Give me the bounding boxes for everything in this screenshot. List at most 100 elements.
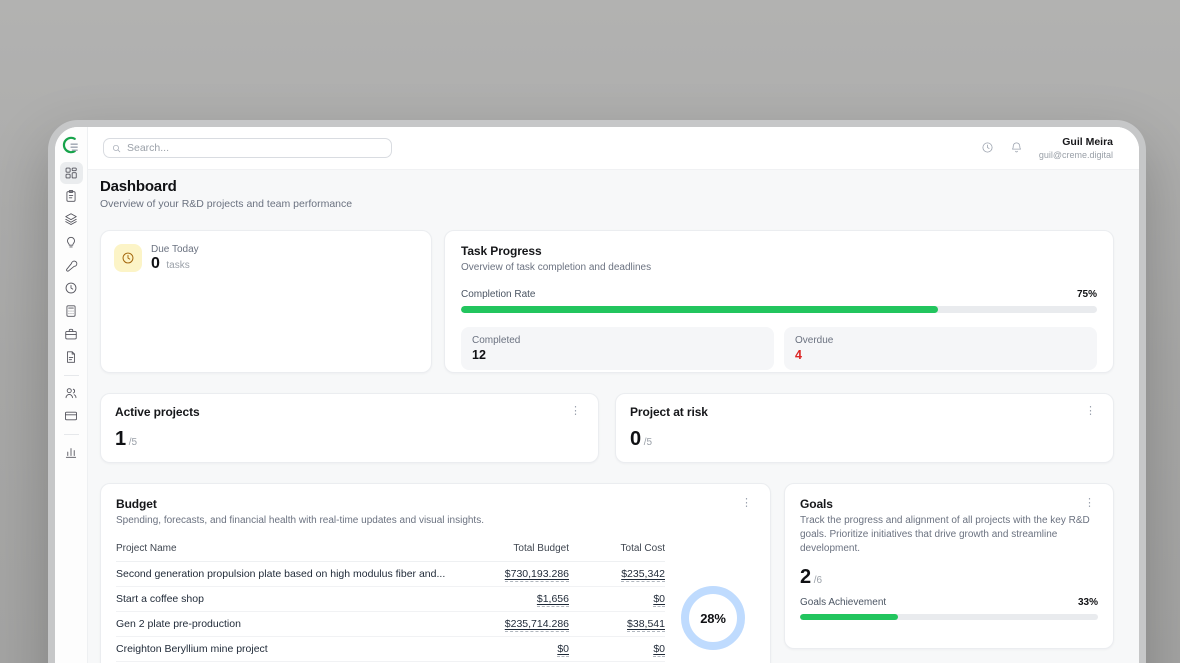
cost-value[interactable]: $235,342 (621, 568, 665, 582)
overdue-label: Overdue (795, 335, 1086, 346)
project-at-risk-card: Project at risk ⋮ 0 /5 (615, 393, 1114, 463)
completion-rate-value: 75% (1077, 289, 1097, 300)
table-row[interactable]: Gen 2 plate pre-production $235,714.286 … (116, 612, 665, 637)
goals-achievement-label: Goals Achievement (800, 597, 886, 608)
briefcase-icon (64, 327, 78, 341)
dashboard-content: Dashboard Overview of your R&D projects … (88, 170, 1139, 663)
cost-value[interactable]: $38,541 (627, 618, 665, 632)
task-progress-title: Task Progress (461, 244, 1097, 258)
page-subtitle: Overview of your R&D projects and team p… (100, 198, 1114, 210)
user-name: Guil Meira (1039, 136, 1113, 149)
completed-label: Completed (472, 335, 763, 346)
topbar-right: Guil Meira guil@creme.digital (981, 136, 1113, 159)
project-at-risk-value: 0 (630, 428, 641, 451)
goals-card: Goals ⋮ Track the progress and alignment… (784, 483, 1114, 649)
goals-achievement-bar (800, 614, 1098, 620)
completed-stat: Completed 12 (461, 327, 774, 370)
file-icon (64, 350, 78, 364)
project-at-risk-title: Project at risk (630, 405, 708, 419)
budget-table-header: Project Name Total Budget Total Cost (116, 540, 665, 562)
sidebar-item-dashboard[interactable] (60, 162, 83, 184)
budget-value[interactable]: $0 (557, 643, 569, 657)
users-icon (64, 386, 78, 400)
sidebar-item-documents[interactable] (60, 346, 83, 368)
calculator-icon (64, 304, 78, 318)
active-projects-title: Active projects (115, 405, 200, 419)
sidebar-item-analytics[interactable] (60, 441, 83, 463)
column-total-cost: Total Cost (569, 543, 665, 554)
due-today-clock-icon (114, 244, 142, 272)
budget-value[interactable]: $730,193.286 (505, 568, 569, 582)
column-project-name: Project Name (116, 543, 457, 554)
due-today-label: Due Today (151, 244, 199, 255)
lightbulb-icon (64, 235, 78, 249)
active-projects-total: /5 (129, 437, 137, 448)
sidebar-item-ideas[interactable] (60, 231, 83, 253)
budget-value[interactable]: $235,714.286 (505, 618, 569, 632)
sidebar-item-time[interactable] (60, 277, 83, 299)
budget-card: Budget Spending, forecasts, and financia… (100, 483, 771, 663)
sidebar: V1.0 (55, 127, 88, 663)
search-input[interactable] (127, 142, 383, 154)
kebab-menu-icon[interactable]: ⋮ (567, 405, 584, 418)
budget-value[interactable]: $1,656 (537, 593, 569, 607)
user-menu[interactable]: Guil Meira guil@creme.digital (1039, 136, 1113, 159)
budget-utilization-ring: 28% (681, 586, 745, 650)
budget-table: Project Name Total Budget Total Cost Sec… (116, 540, 665, 663)
clipboard-icon (64, 189, 78, 203)
creme-logo-icon[interactable] (61, 135, 81, 155)
sidebar-item-calculator[interactable] (60, 300, 83, 322)
completion-rate-label: Completion Rate (461, 289, 535, 300)
due-today-unit: tasks (166, 260, 189, 271)
search-box[interactable] (103, 138, 392, 158)
budget-utilization-value: 28% (700, 611, 725, 626)
task-progress-card: Task Progress Overview of task completio… (444, 230, 1114, 373)
completion-rate-bar-fill (461, 306, 938, 313)
kebab-menu-icon[interactable]: ⋮ (1082, 405, 1099, 418)
sidebar-item-team[interactable] (60, 382, 83, 404)
table-row[interactable]: Creighton Beryllium mine project $0 $0 (116, 637, 665, 662)
kebab-menu-icon[interactable]: ⋮ (738, 497, 755, 510)
goals-subtitle: Track the progress and alignment of all … (800, 514, 1098, 556)
completion-rate-bar (461, 306, 1097, 313)
dashboard-icon (64, 166, 78, 180)
active-projects-card: Active projects ⋮ 1 /5 (100, 393, 599, 463)
table-row[interactable]: Second generation propulsion plate based… (116, 562, 665, 587)
active-projects-value: 1 (115, 428, 126, 451)
column-total-budget: Total Budget (457, 543, 569, 554)
app-window: V1.0 Guil Meira guil@creme.digital (48, 120, 1146, 663)
budget-utilization: 28% (671, 540, 755, 663)
main-area: Guil Meira guil@creme.digital Dashboard … (88, 127, 1139, 663)
cost-value[interactable]: $0 (653, 643, 665, 657)
completed-value: 12 (472, 348, 763, 362)
layers-icon (64, 212, 78, 226)
budget-subtitle: Spending, forecasts, and financial healt… (116, 514, 484, 528)
bell-icon[interactable] (1010, 141, 1024, 155)
sidebar-item-layers[interactable] (60, 208, 83, 230)
bar-chart-icon (64, 445, 78, 459)
wrench-icon (64, 258, 78, 272)
sidebar-item-tools[interactable] (60, 254, 83, 276)
table-row[interactable]: Start a coffee shop $1,656 $0 (116, 587, 665, 612)
credit-card-icon (64, 409, 78, 423)
sidebar-item-billing[interactable] (60, 405, 83, 427)
clock-icon (64, 281, 78, 295)
history-icon[interactable] (981, 141, 995, 155)
search-icon (112, 144, 121, 153)
goals-total: /6 (814, 575, 822, 586)
cost-value[interactable]: $0 (653, 593, 665, 607)
sidebar-item-tasks[interactable] (60, 185, 83, 207)
due-today-card: Due Today 0 tasks (100, 230, 432, 373)
kebab-menu-icon[interactable]: ⋮ (1081, 497, 1098, 510)
topbar: Guil Meira guil@creme.digital (88, 127, 1139, 170)
goals-value: 2 (800, 566, 811, 589)
due-today-count: 0 (151, 255, 160, 272)
sidebar-item-projects[interactable] (60, 323, 83, 345)
project-at-risk-total: /5 (644, 437, 652, 448)
sidebar-divider (64, 375, 79, 376)
overdue-value: 4 (795, 348, 1086, 362)
sidebar-divider (64, 434, 79, 435)
budget-title: Budget (116, 497, 484, 511)
user-email: guil@creme.digital (1039, 150, 1113, 160)
goals-achievement-bar-fill (800, 614, 898, 620)
